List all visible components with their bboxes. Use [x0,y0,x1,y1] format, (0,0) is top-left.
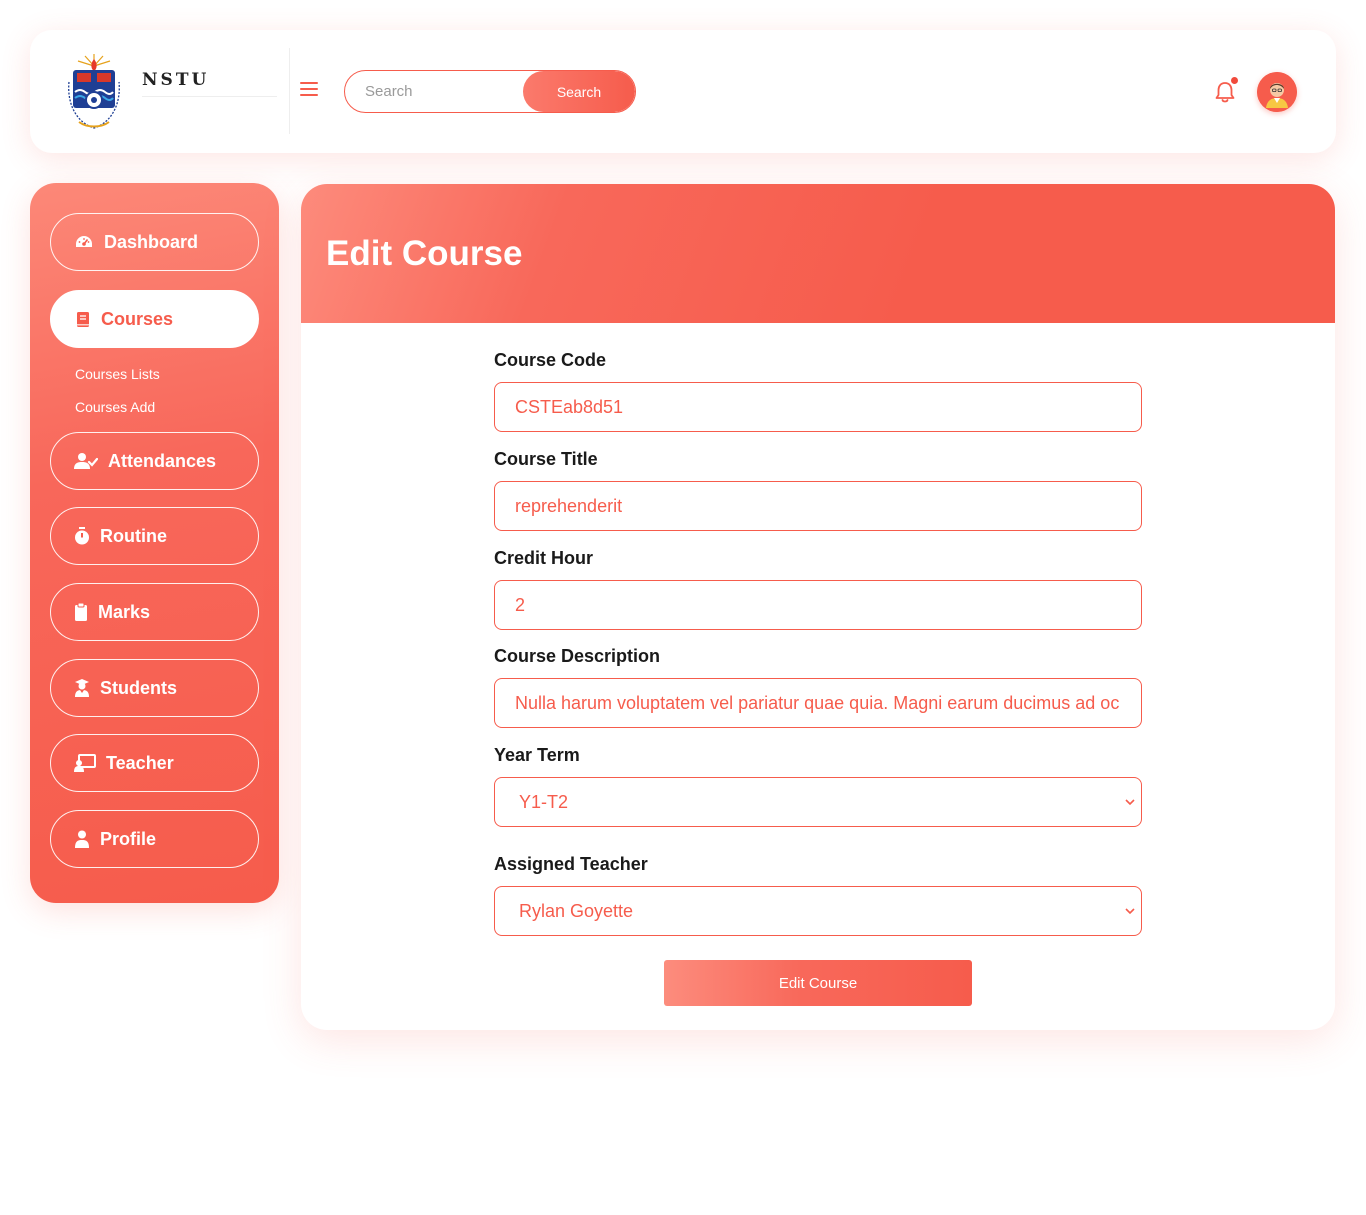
edit-course-card: Edit Course Course Code CSTEab8d51 Cours… [301,184,1335,1030]
sidebar-item-label: Marks [98,601,151,622]
stopwatch-icon [74,526,90,546]
credit-hour-input[interactable]: 2 [494,580,1142,630]
notification-bell-icon[interactable] [1214,77,1238,104]
page-title: Edit Course [326,234,523,273]
sidebar-nav: Dashboard Courses Courses Lists Courses … [30,183,279,903]
sidebar-subitem-courses-add[interactable]: Courses Add [75,399,155,415]
brand-underline [142,96,277,97]
clipboard-icon [74,602,88,622]
sidebar-item-teacher[interactable]: Teacher [50,734,259,792]
course-code-label: Course Code [494,350,607,370]
sidebar-item-label: Attendances [108,450,217,471]
book-icon [73,309,93,329]
sidebar-subitem-courses-lists[interactable]: Courses Lists [75,366,160,382]
course-description-label: Course Description [494,646,661,666]
brand-name: NSTU [142,70,210,90]
sidebar-item-label: Dashboard [104,231,199,252]
course-title-input[interactable]: reprehenderit [494,481,1142,531]
graduate-icon [74,678,90,698]
sidebar-item-routine[interactable]: Routine [50,507,259,565]
sidebar-item-attendances[interactable]: Attendances [50,432,259,490]
sidebar-item-label: Courses [101,308,174,329]
sidebar-item-label: Students [100,677,178,698]
top-header: NSTU Search [30,30,1336,153]
assigned-teacher-selected-value: Rylan Goyette [519,900,634,921]
card-header: Edit Course [301,184,1335,323]
user-icon [74,829,90,849]
assigned-teacher-select[interactable]: Rylan Goyette [494,886,1142,936]
year-term-selected-value: Y1-T2 [519,791,569,812]
page-root: NSTU Search Search Dashboard Courses Cou… [0,0,1366,1215]
year-term-label: Year Term [494,745,580,765]
year-term-select[interactable]: Y1-T2 [494,777,1142,827]
course-description-input[interactable]: Nulla harum voluptatem vel pariatur quae… [494,678,1142,728]
hamburger-menu-icon[interactable] [300,82,318,100]
user-check-icon [74,451,98,471]
sidebar-item-profile[interactable]: Profile [50,810,259,868]
credit-hour-label: Credit Hour [494,548,593,568]
assigned-teacher-label: Assigned Teacher [494,854,648,874]
edit-course-submit-button[interactable]: Edit Course [664,960,972,1006]
course-title-label: Course Title [494,449,598,469]
sidebar-item-label: Profile [100,828,157,849]
teacher-board-icon [74,753,96,773]
avatar-person-icon [1257,72,1297,112]
sidebar-item-dashboard[interactable]: Dashboard [50,213,259,271]
chevron-down-icon [1125,908,1135,915]
header-divider [289,48,290,134]
user-avatar[interactable] [1257,72,1297,112]
dashboard-icon [74,232,94,252]
notification-dot [1231,77,1238,84]
sidebar-item-label: Routine [100,525,167,546]
brand-logo[interactable]: NSTU [30,48,290,138]
chevron-down-icon [1125,799,1135,806]
course-code-input[interactable]: CSTEab8d51 [494,382,1142,432]
search-input[interactable] [345,71,525,112]
sidebar-item-marks[interactable]: Marks [50,583,259,641]
sidebar-item-students[interactable]: Students [50,659,259,717]
search-button[interactable]: Search [523,71,635,112]
university-emblem-icon [68,54,120,129]
sidebar-item-courses[interactable]: Courses [50,290,259,348]
sidebar-item-label: Teacher [106,752,174,773]
search-form: Search [344,70,636,113]
